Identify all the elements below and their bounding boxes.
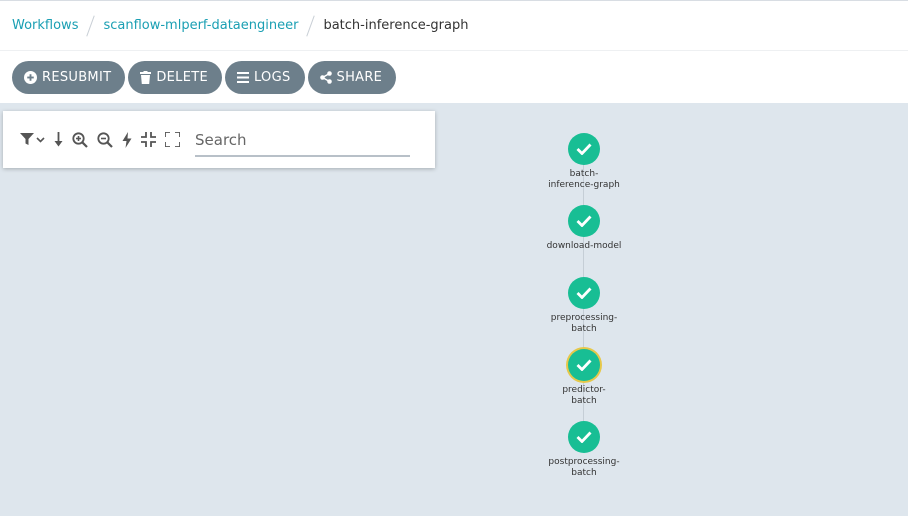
breadcrumb-namespace-link[interactable]: scanflow-mlperf-dataengineer (103, 18, 298, 33)
action-toolbar: RESUBMIT DELETE LOGS SHARE (0, 52, 908, 103)
graph-node-download-model: download-model (534, 205, 634, 252)
breadcrumb: Workflows scanflow-mlperf-dataengineer b… (0, 1, 908, 51)
share-label: SHARE (336, 70, 383, 85)
share-icon (319, 71, 332, 84)
arrow-down-icon[interactable] (54, 130, 63, 150)
resubmit-label: RESUBMIT (42, 70, 112, 85)
zoom-out-icon[interactable] (97, 130, 113, 150)
node-status-circle[interactable] (568, 133, 600, 165)
graph-tools-panel (3, 111, 435, 168)
trash-icon (140, 71, 152, 84)
graph-canvas[interactable]: batch-inference-graph download-model pre… (0, 103, 908, 516)
logs-button[interactable]: LOGS (224, 61, 305, 94)
check-icon (576, 143, 592, 155)
breadcrumb-current: batch-inference-graph (323, 18, 469, 33)
check-icon (576, 431, 592, 443)
filter-icon[interactable] (20, 130, 34, 150)
node-status-circle[interactable] (568, 421, 600, 453)
node-status-circle[interactable] (568, 205, 600, 237)
collapse-icon[interactable] (141, 130, 156, 150)
list-icon (236, 72, 249, 83)
share-button[interactable]: SHARE (307, 61, 397, 94)
lightning-icon[interactable] (122, 130, 132, 150)
node-label: preprocessing-batch (550, 313, 618, 334)
graph-node-predictor-batch: predictor-batch (534, 349, 634, 407)
breadcrumb-separator (306, 14, 316, 37)
plus-circle-icon (24, 71, 37, 84)
logs-label: LOGS (253, 70, 291, 85)
node-label: predictor-batch (562, 385, 606, 406)
breadcrumb-workflows-link[interactable]: Workflows (12, 18, 78, 33)
node-label: download-model (546, 241, 622, 251)
breadcrumb-separator (86, 14, 96, 37)
search-input[interactable] (195, 122, 410, 153)
node-label: postprocessing-batch (548, 457, 620, 478)
graph-node-batch-inference-graph: batch-inference-graph (534, 133, 634, 191)
node-status-circle[interactable] (568, 349, 600, 381)
graph-node-postprocessing-batch: postprocessing-batch (534, 421, 634, 479)
check-icon (576, 359, 592, 371)
delete-label: DELETE (156, 70, 208, 85)
resubmit-button[interactable]: RESUBMIT (12, 61, 126, 94)
zoom-in-icon[interactable] (72, 130, 88, 150)
graph-node-preprocessing-batch: preprocessing-batch (534, 277, 634, 335)
node-label: batch-inference-graph (548, 169, 620, 190)
search-field (195, 122, 410, 157)
delete-button[interactable]: DELETE (128, 61, 222, 94)
chevron-down-icon[interactable] (36, 130, 45, 150)
expand-icon[interactable] (165, 130, 180, 150)
check-icon (576, 215, 592, 227)
node-status-circle[interactable] (568, 277, 600, 309)
check-icon (576, 287, 592, 299)
